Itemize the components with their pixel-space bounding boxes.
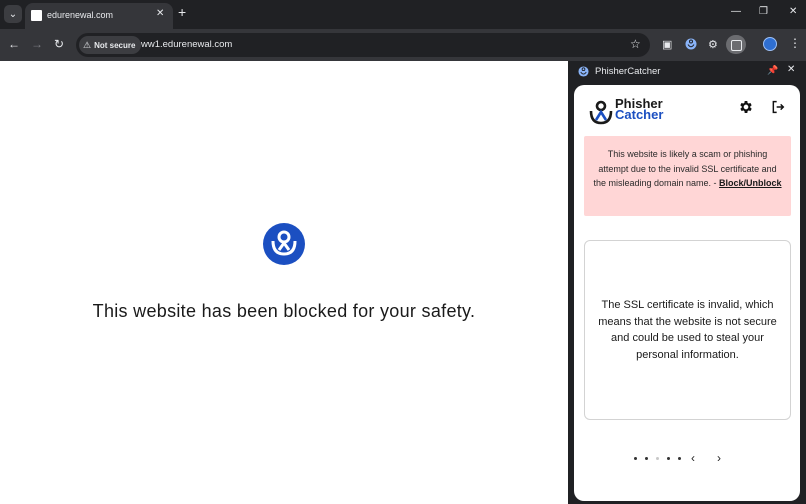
- pip-icon[interactable]: ▣: [662, 38, 672, 51]
- minimize-icon[interactable]: —: [731, 6, 741, 17]
- phishing-alert: This website is likely a scam or phishin…: [584, 136, 791, 216]
- phishercatcher-icon[interactable]: [685, 38, 697, 50]
- menu-icon[interactable]: ⋮: [789, 36, 801, 50]
- phishercatcher-icon: [578, 66, 589, 77]
- url-text[interactable]: ww1.edurenewal.com: [141, 39, 232, 50]
- pager-dot-active[interactable]: [656, 456, 659, 460]
- reload-icon[interactable]: ↻: [54, 37, 64, 51]
- restore-icon[interactable]: ❐: [759, 6, 768, 17]
- brand-logo: Phisher Catcher: [588, 97, 678, 125]
- tab-title: edurenewal.com: [47, 10, 114, 20]
- pager-dot[interactable]: [667, 456, 670, 460]
- phishercatcher-logo-icon: [263, 223, 305, 265]
- logout-icon[interactable]: [770, 99, 786, 115]
- profile-icon[interactable]: [763, 37, 777, 51]
- security-chip[interactable]: ⚠ Not secure: [79, 36, 142, 54]
- side-panel: PhisherCatcher 📌 ✕ Phisher Catcher This …: [568, 61, 806, 504]
- plus-icon[interactable]: +: [178, 5, 186, 19]
- block-unblock-link[interactable]: Block/Unblock: [719, 178, 782, 188]
- page-content: This website has been blocked for your s…: [0, 61, 568, 504]
- extensions-icon[interactable]: ⚙: [708, 38, 718, 51]
- forward-icon[interactable]: →: [31, 37, 43, 51]
- slide-pager: ‹ ›: [634, 451, 741, 465]
- side-panel-header: PhisherCatcher 📌 ✕: [568, 61, 806, 83]
- phishercatcher-logo-icon: [589, 100, 613, 125]
- back-icon[interactable]: ←: [8, 37, 20, 51]
- address-bar[interactable]: ⚠ Not secure ww1.edurenewal.com ☆: [76, 33, 650, 57]
- info-slide: The SSL certificate is invalid, which me…: [584, 240, 791, 420]
- browser-tab[interactable]: edurenewal.com ✕: [25, 3, 173, 29]
- pager-dot[interactable]: [678, 456, 681, 460]
- pin-icon[interactable]: 📌: [767, 65, 778, 76]
- tab-search-icon[interactable]: ⌄: [4, 5, 22, 23]
- extension-card: Phisher Catcher This website is likely a…: [574, 85, 800, 501]
- close-icon[interactable]: ✕: [156, 8, 164, 19]
- brand-line-2: Catcher: [615, 107, 664, 122]
- pager-dot[interactable]: [645, 456, 648, 460]
- warning-icon: ⚠: [83, 39, 92, 50]
- tab-strip: ⌄ edurenewal.com ✕ + — ❐ ✕: [0, 0, 806, 29]
- star-icon[interactable]: ☆: [630, 37, 641, 51]
- chevron-left-icon[interactable]: ‹: [691, 452, 695, 464]
- blocked-message: This website has been blocked for your s…: [92, 301, 476, 321]
- favicon: [31, 10, 42, 21]
- info-text: The SSL certificate is invalid, which me…: [598, 299, 777, 361]
- chevron-right-icon[interactable]: ›: [717, 452, 721, 464]
- side-panel-title: PhisherCatcher: [595, 66, 661, 77]
- gear-icon[interactable]: [738, 99, 754, 115]
- close-window-icon[interactable]: ✕: [789, 6, 797, 17]
- pager-dot[interactable]: [634, 456, 637, 460]
- side-panel-icon[interactable]: [726, 35, 746, 54]
- security-chip-label: Not secure: [94, 40, 136, 50]
- close-icon[interactable]: ✕: [787, 64, 795, 75]
